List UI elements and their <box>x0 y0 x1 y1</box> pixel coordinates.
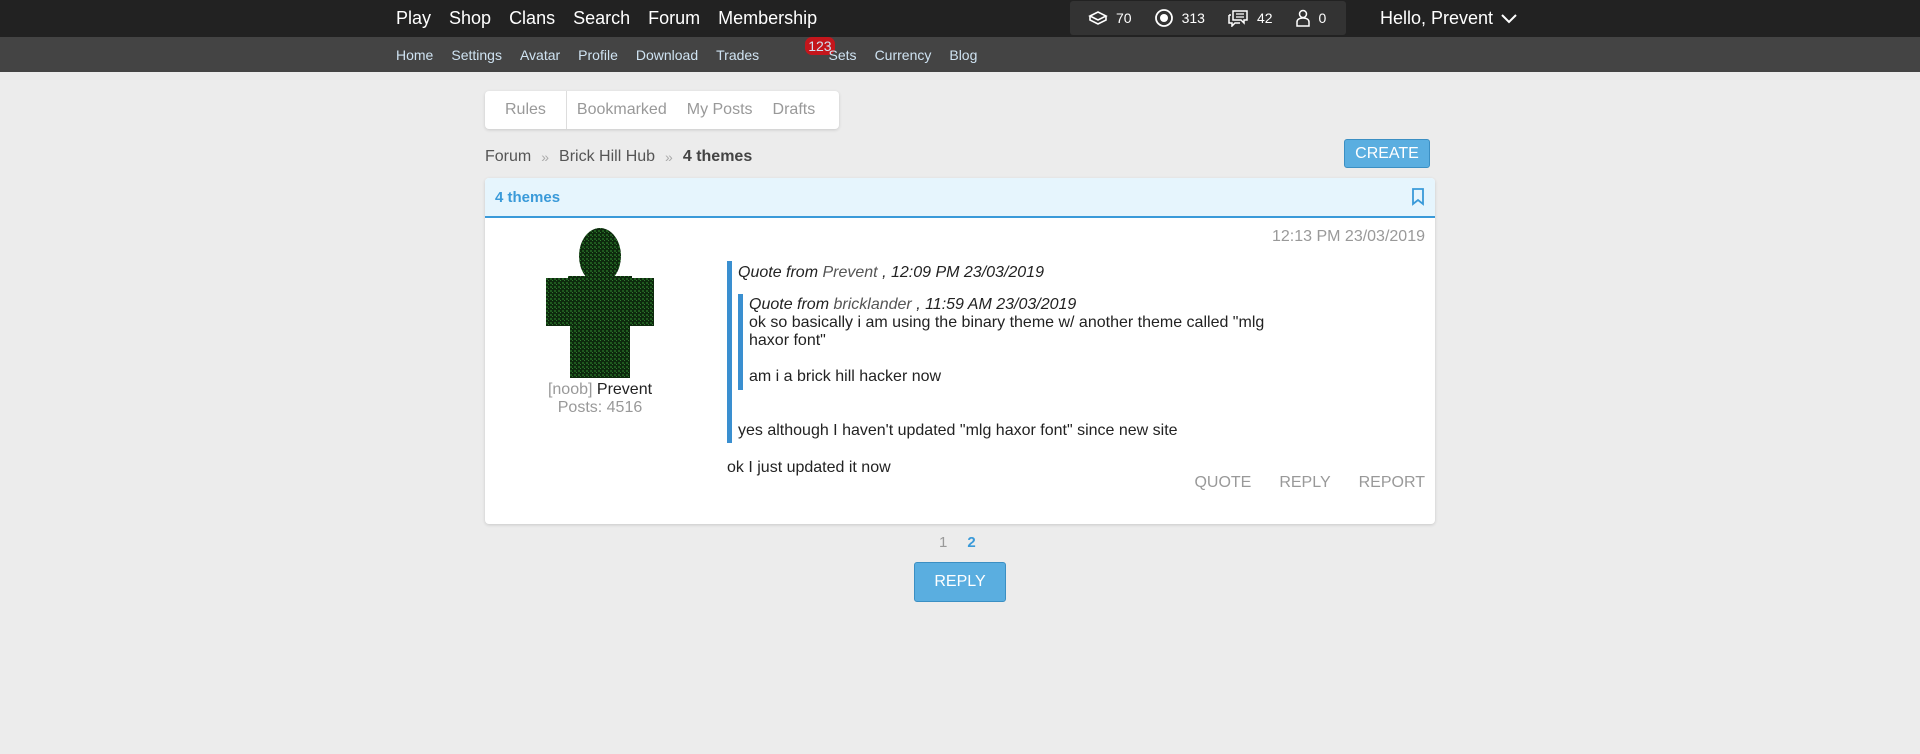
breadcrumb: Forum » Brick Hill Hub » 4 themes <box>485 148 752 166</box>
bits-icon <box>1154 9 1173 27</box>
quote-header: Quote from Prevent , 12:09 PM 23/03/2019 <box>738 264 1287 282</box>
breadcrumb-hub[interactable]: Brick Hill Hub <box>559 148 655 166</box>
nav-forum[interactable]: Forum <box>648 8 700 29</box>
messages-value: 42 <box>1256 10 1273 26</box>
author-name[interactable]: Prevent <box>597 381 652 398</box>
bucks-value: 70 <box>1116 10 1132 26</box>
quote-prefix: Quote from <box>738 264 819 281</box>
author-rank: [noob] <box>547 381 593 398</box>
avatar[interactable] <box>542 226 658 378</box>
top-bar <box>0 0 1920 37</box>
nav-play[interactable]: Play <box>396 8 431 29</box>
chevron-down-icon <box>1501 13 1517 23</box>
bits-stat[interactable]: 313 <box>1154 8 1205 28</box>
tab-my-posts[interactable]: My Posts <box>677 91 763 129</box>
thread-title: 4 themes <box>495 189 561 206</box>
chevron-double-right-icon: » <box>665 149 673 165</box>
thread-header: 4 themes <box>485 178 1435 218</box>
friends-stat[interactable]: 0 <box>1295 9 1327 27</box>
messages-stat[interactable]: 42 <box>1227 9 1273 27</box>
subnav-sets[interactable]: Sets <box>829 47 857 63</box>
subnav-currency[interactable]: Currency <box>875 47 932 63</box>
currency-stats: 70 313 42 0 <box>1070 1 1346 35</box>
messages-icon <box>1228 10 1248 27</box>
subnav-profile[interactable]: Profile <box>578 47 618 63</box>
user-greeting: Hello, Prevent <box>1380 8 1494 28</box>
bucks-stat[interactable]: 70 <box>1088 10 1132 26</box>
nav-search[interactable]: Search <box>573 8 630 29</box>
subnav-home[interactable]: Home <box>396 47 433 63</box>
nav-membership[interactable]: Membership <box>718 8 817 29</box>
thread-card: 4 themes 12:13 PM 23/03/2019 [noob] Prev… <box>485 178 1435 524</box>
nested-quote-time: , 11:59 AM 23/03/2019 <box>916 296 1077 313</box>
bits-value: 313 <box>1181 10 1205 26</box>
reply-post-button[interactable]: REPLY <box>1279 474 1330 492</box>
subnav-trades[interactable]: Trades123 <box>716 36 835 63</box>
nested-quote-author[interactable]: bricklander <box>833 296 911 313</box>
friends-icon <box>1295 9 1310 27</box>
subnav-avatar[interactable]: Avatar <box>520 47 560 63</box>
nested-quote-block: Quote from bricklander , 11:59 AM 23/03/… <box>738 294 1287 390</box>
bookmark-icon[interactable] <box>1411 188 1425 206</box>
breadcrumb-forum[interactable]: Forum <box>485 148 531 166</box>
subnav-download[interactable]: Download <box>636 47 698 63</box>
tab-drafts[interactable]: Drafts <box>763 91 826 129</box>
main-nav: Play Shop Clans Search Forum Membership <box>396 0 835 37</box>
subnav-settings[interactable]: Settings <box>451 47 502 63</box>
nested-quote-line-1: ok so basically i am using the binary th… <box>749 314 1265 349</box>
nav-clans[interactable]: Clans <box>509 8 555 29</box>
friends-value: 0 <box>1318 10 1327 26</box>
pagination: 1 2 <box>939 534 996 551</box>
post-actions: QUOTE REPLY REPORT <box>1166 474 1425 492</box>
author-post-count: Posts: 4516 <box>557 399 643 416</box>
bucks-icon <box>1088 11 1108 25</box>
nav-shop[interactable]: Shop <box>449 8 491 29</box>
quote-button[interactable]: QUOTE <box>1194 474 1251 492</box>
quote-author[interactable]: Prevent <box>822 264 877 281</box>
chevron-double-right-icon: » <box>541 149 550 165</box>
nested-quote-line-2: am i a brick hill hacker now <box>749 368 942 385</box>
page-2[interactable]: 2 <box>967 534 975 551</box>
report-button[interactable]: REPORT <box>1359 474 1425 492</box>
post-body: Quote from Prevent , 12:09 PM 23/03/2019… <box>727 261 1417 477</box>
post-author: [noob] Prevent <box>485 381 715 399</box>
subnav-blog[interactable]: Blog <box>949 47 977 63</box>
create-button[interactable]: CREATE <box>1344 139 1430 168</box>
sub-nav: Home Settings Avatar Profile Download Tr… <box>396 36 995 72</box>
quote-text: yes although I haven't updated "mlg haxo… <box>738 422 1178 439</box>
tab-bookmarked[interactable]: Bookmarked <box>567 91 677 129</box>
nested-quote-header: Quote from bricklander , 11:59 AM 23/03/… <box>749 296 1287 314</box>
breadcrumb-current: 4 themes <box>682 148 753 165</box>
forum-tabs: Rules Bookmarked My Posts Drafts <box>485 91 839 129</box>
quote-time: , 12:09 PM 23/03/2019 <box>882 264 1044 281</box>
user-menu[interactable]: Hello, Prevent <box>1380 0 1517 37</box>
page-1[interactable]: 1 <box>939 534 947 551</box>
tab-rules[interactable]: Rules <box>485 91 567 129</box>
post-timestamp: 12:13 PM 23/03/2019 <box>1271 228 1425 245</box>
reply-button[interactable]: REPLY <box>914 562 1006 602</box>
nested-quote-prefix: Quote from <box>749 296 830 313</box>
subnav-trades-label: Trades <box>716 46 760 63</box>
quote-block: Quote from Prevent , 12:09 PM 23/03/2019… <box>727 261 1287 443</box>
